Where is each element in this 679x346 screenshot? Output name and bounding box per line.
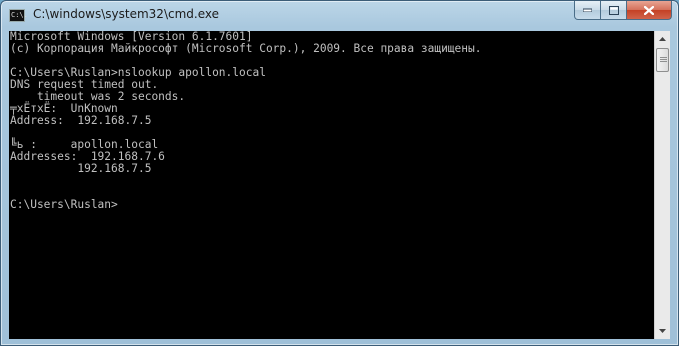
- vertical-scrollbar[interactable]: [654, 31, 670, 339]
- caption-buttons: [574, 1, 672, 21]
- scroll-down-button[interactable]: [655, 323, 670, 339]
- cmd-icon[interactable]: C:\.: [9, 9, 28, 22]
- arrow-up-icon: [659, 37, 666, 41]
- minimize-button[interactable]: [574, 1, 601, 20]
- console-line: (c) Корпорация Майкрософт (Microsoft Cor…: [10, 42, 482, 55]
- title-bar[interactable]: C:\. C:\windows\system32\cmd.exe: [1, 1, 678, 31]
- close-icon: [644, 5, 654, 15]
- thumb-grip: [660, 57, 667, 58]
- console-line: 192.168.7.5: [10, 162, 152, 175]
- thumb-grip: [660, 61, 667, 62]
- cmd-window: C:\. C:\windows\system32\cmd.exe Microso…: [0, 0, 679, 346]
- minimize-icon: [583, 8, 592, 12]
- scroll-up-button[interactable]: [655, 31, 670, 47]
- console-prompt: C:\Users\Ruslan>: [10, 198, 118, 211]
- close-button[interactable]: [627, 1, 672, 20]
- thumb-grip: [660, 59, 667, 60]
- maximize-button[interactable]: [601, 1, 627, 20]
- scroll-thumb[interactable]: [656, 48, 669, 72]
- console-output[interactable]: Microsoft Windows [Version 6.1.7601] (c)…: [9, 31, 654, 339]
- console-line: Address: 192.168.7.5: [10, 114, 152, 127]
- window-title: C:\windows\system32\cmd.exe: [33, 7, 219, 21]
- maximize-icon: [608, 5, 619, 15]
- arrow-down-icon: [659, 329, 666, 333]
